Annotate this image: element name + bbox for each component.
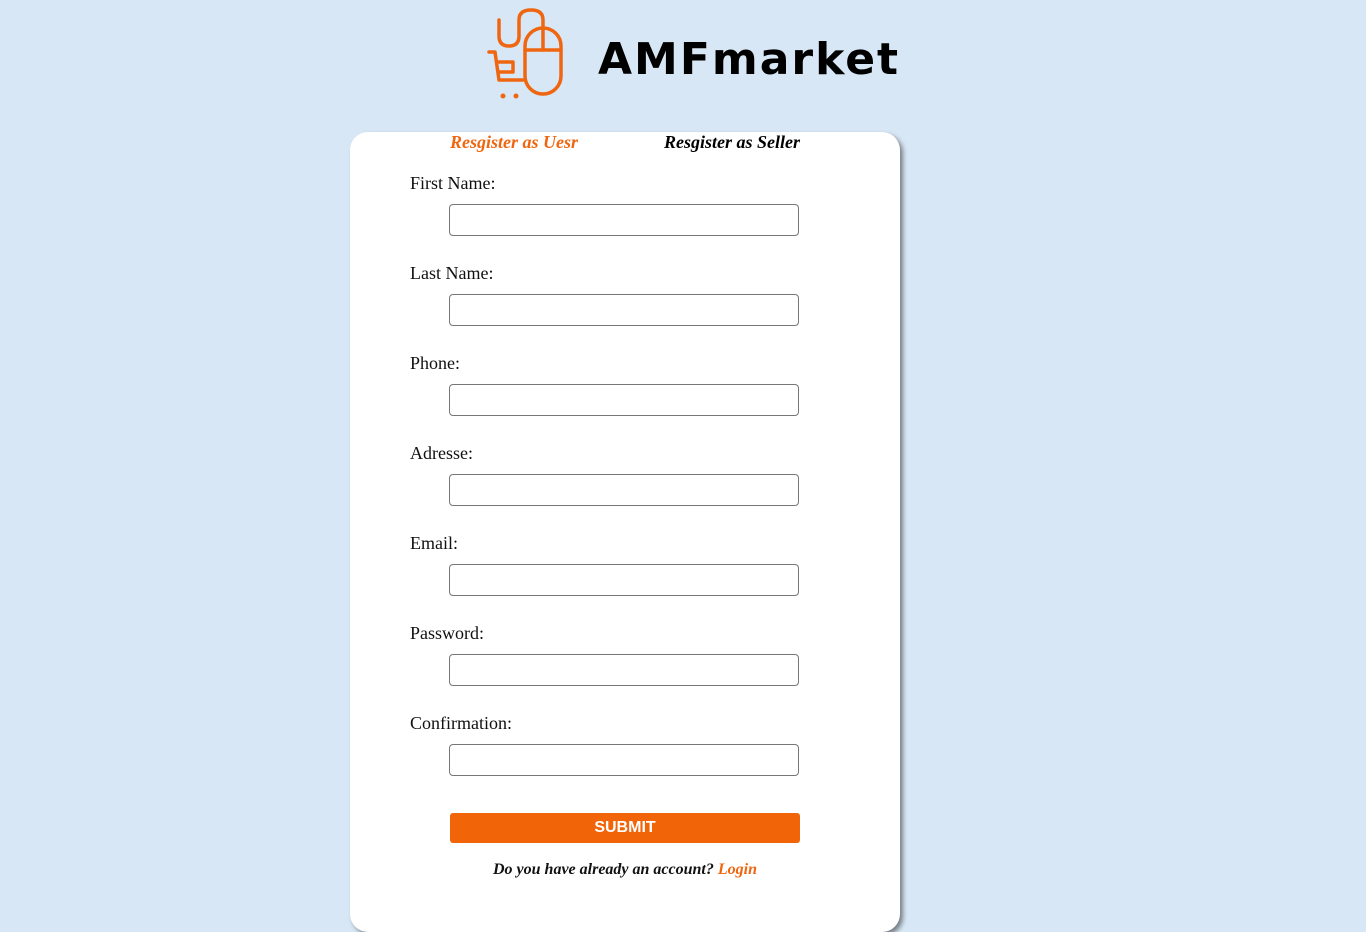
brand-name: AMFmarket bbox=[598, 34, 901, 85]
tab-register-user[interactable]: Resgister as Uesr bbox=[450, 132, 578, 152]
phone-label: Phone: bbox=[410, 353, 461, 373]
password-label: Password: bbox=[410, 623, 485, 643]
first-name-label: First Name: bbox=[410, 173, 496, 193]
tab-register-seller[interactable]: Resgister as Seller bbox=[664, 132, 800, 152]
last-name-input[interactable] bbox=[449, 294, 799, 326]
phone-input[interactable] bbox=[449, 384, 799, 416]
register-card: Resgister as Uesr Resgister as Seller Fi… bbox=[350, 132, 900, 932]
last-name-label: Last Name: bbox=[410, 263, 494, 283]
email-label: Email: bbox=[410, 533, 458, 553]
password-input[interactable] bbox=[449, 654, 799, 686]
login-question: Do you have already an account? bbox=[493, 861, 714, 878]
site-logo[interactable]: AMFmarket bbox=[487, 6, 898, 102]
login-prompt: Do you have already an account? Login bbox=[350, 861, 900, 879]
confirmation-label: Confirmation: bbox=[410, 713, 512, 733]
first-name-input[interactable] bbox=[449, 204, 799, 236]
address-input[interactable] bbox=[449, 474, 799, 506]
submit-button[interactable]: SUBMIT bbox=[450, 813, 800, 843]
email-input[interactable] bbox=[449, 564, 799, 596]
mouse-cart-icon bbox=[487, 8, 563, 99]
confirmation-input[interactable] bbox=[449, 744, 799, 776]
address-label: Adresse: bbox=[410, 443, 473, 463]
login-link[interactable]: Login bbox=[718, 861, 757, 878]
